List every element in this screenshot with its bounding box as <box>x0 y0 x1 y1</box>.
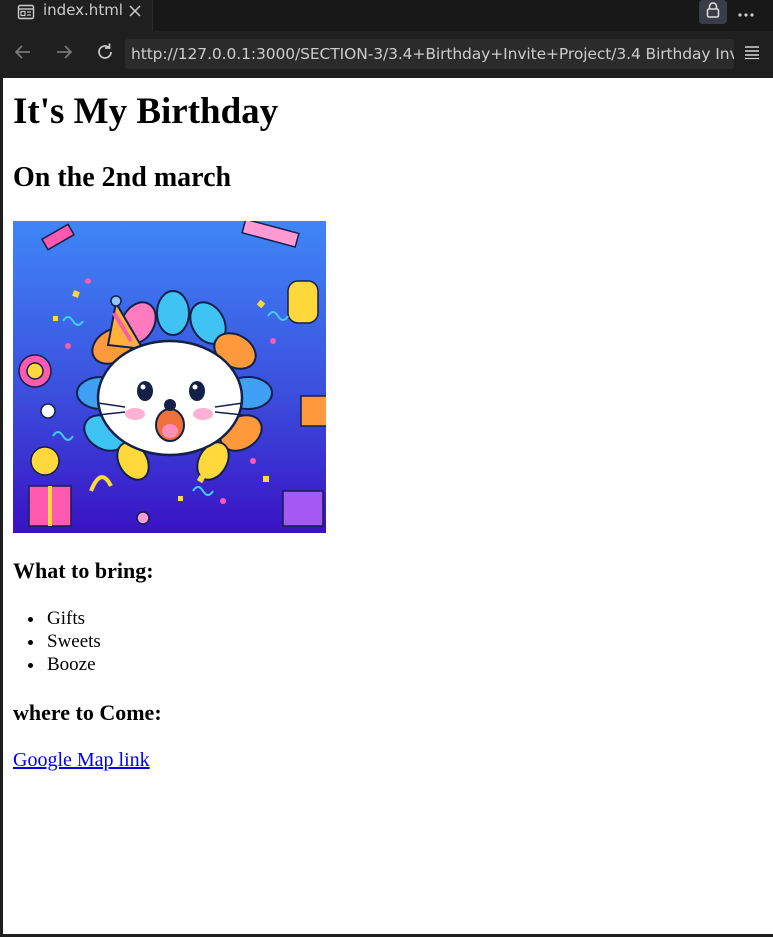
more-actions-button[interactable] <box>733 0 759 24</box>
address-bar[interactable]: http://127.0.0.1:3000/SECTION-3/3.4+Birt… <box>125 39 734 69</box>
address-bar-url[interactable]: http://127.0.0.1:3000/SECTION-3/3.4+Birt… <box>131 45 734 63</box>
back-button[interactable] <box>11 42 35 66</box>
back-arrow-icon <box>13 42 33 66</box>
browser-tab-icon <box>17 3 35 25</box>
tab-strip: index.html <box>0 0 773 31</box>
close-icon[interactable] <box>127 3 143 23</box>
lock-icon <box>704 1 722 23</box>
what-to-bring-heading: What to bring: <box>13 558 154 583</box>
page-subtitle: On the 2nd march <box>13 162 232 193</box>
list-item: Sweets <box>45 630 101 653</box>
forward-button[interactable] <box>52 42 76 66</box>
more-icon <box>737 3 755 22</box>
reload-icon <box>95 42 115 66</box>
menu-icon[interactable] <box>743 44 761 64</box>
page-viewport: It's My Birthday On the 2nd march What t… <box>3 78 773 934</box>
tab-label: index.html <box>43 1 123 19</box>
where-to-come-heading: where to Come: <box>13 700 162 725</box>
lock-button[interactable] <box>699 0 727 24</box>
navigation-bar: http://127.0.0.1:3000/SECTION-3/3.4+Birt… <box>0 31 773 77</box>
forward-arrow-icon <box>54 42 74 66</box>
list-item: Gifts <box>45 607 101 630</box>
google-map-link[interactable]: Google Map link <box>13 749 150 772</box>
bring-list: Gifts Sweets Booze <box>45 607 101 676</box>
reload-button[interactable] <box>93 42 117 66</box>
birthday-cat-image <box>13 221 326 533</box>
tab-index-html[interactable]: index.html <box>0 0 153 31</box>
page-title: It's My Birthday <box>13 91 279 132</box>
list-item: Booze <box>45 653 101 676</box>
